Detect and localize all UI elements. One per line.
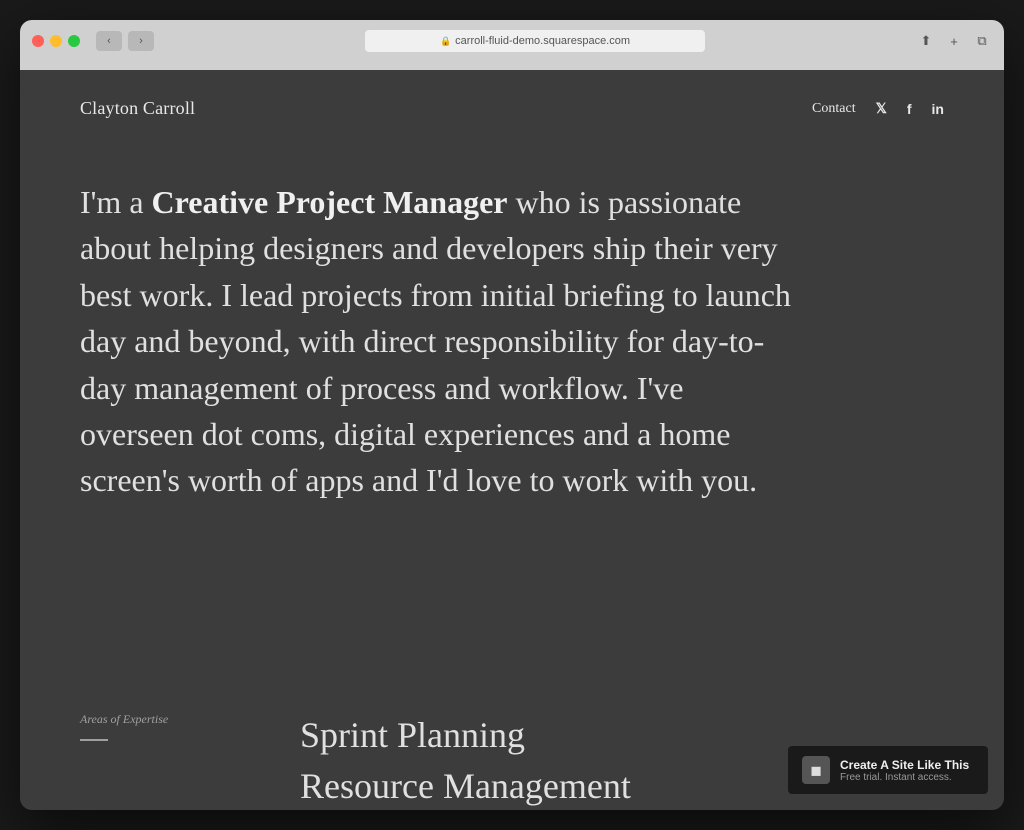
- forward-button[interactable]: ›: [128, 31, 154, 51]
- squarespace-title: Create A Site Like This: [840, 758, 969, 772]
- browser-window: ‹ › 🔒 carroll-fluid-demo.squarespace.com…: [20, 20, 1004, 810]
- url-text: carroll-fluid-demo.squarespace.com: [455, 35, 630, 47]
- browser-tabs: [32, 62, 992, 70]
- address-bar[interactable]: 🔒 carroll-fluid-demo.squarespace.com: [365, 30, 705, 52]
- hero-text-after: who is passionate about helping designer…: [80, 184, 791, 498]
- expertise-label: Areas of Expertise: [80, 712, 300, 727]
- squarespace-subtitle: Free trial. Instant access.: [840, 772, 969, 783]
- facebook-icon[interactable]: f: [907, 101, 912, 117]
- squarespace-banner[interactable]: ◼ Create A Site Like This Free trial. In…: [788, 746, 988, 794]
- share-button[interactable]: ⬆: [916, 31, 936, 51]
- traffic-lights: [32, 35, 80, 47]
- address-bar-container: 🔒 carroll-fluid-demo.squarespace.com: [162, 30, 908, 52]
- hero-bold-text: Creative Project Manager: [152, 184, 508, 220]
- site-nav: Contact 𝕏 f in: [812, 100, 944, 117]
- site-header: Clayton Carroll Contact 𝕏 f in: [20, 70, 1004, 139]
- hero-section: I'm a Creative Project Manager who is pa…: [20, 139, 1004, 692]
- site-logo: Clayton Carroll: [80, 98, 195, 119]
- website-content: Clayton Carroll Contact 𝕏 f in I'm a Cre…: [20, 70, 1004, 810]
- browser-actions: ⬆ + ⧉: [916, 31, 992, 51]
- browser-chrome: ‹ › 🔒 carroll-fluid-demo.squarespace.com…: [20, 20, 1004, 70]
- expertise-divider: [80, 739, 108, 741]
- squarespace-logo: ◼: [802, 756, 830, 784]
- twitter-icon[interactable]: 𝕏: [876, 100, 887, 117]
- hero-text-before: I'm a: [80, 184, 152, 220]
- browser-nav: ‹ ›: [96, 31, 154, 51]
- close-button[interactable]: [32, 35, 44, 47]
- browser-titlebar: ‹ › 🔒 carroll-fluid-demo.squarespace.com…: [32, 30, 992, 62]
- back-button[interactable]: ‹: [96, 31, 122, 51]
- minimize-button[interactable]: [50, 35, 62, 47]
- windows-button[interactable]: ⧉: [972, 31, 992, 51]
- lock-icon: 🔒: [440, 36, 451, 47]
- squarespace-text: Create A Site Like This Free trial. Inst…: [840, 758, 969, 783]
- expertise-label-col: Areas of Expertise: [80, 712, 300, 741]
- maximize-button[interactable]: [68, 35, 80, 47]
- linkedin-icon[interactable]: in: [932, 101, 944, 117]
- hero-paragraph: I'm a Creative Project Manager who is pa…: [80, 179, 800, 504]
- contact-link[interactable]: Contact: [812, 101, 856, 117]
- new-tab-button[interactable]: +: [944, 31, 964, 51]
